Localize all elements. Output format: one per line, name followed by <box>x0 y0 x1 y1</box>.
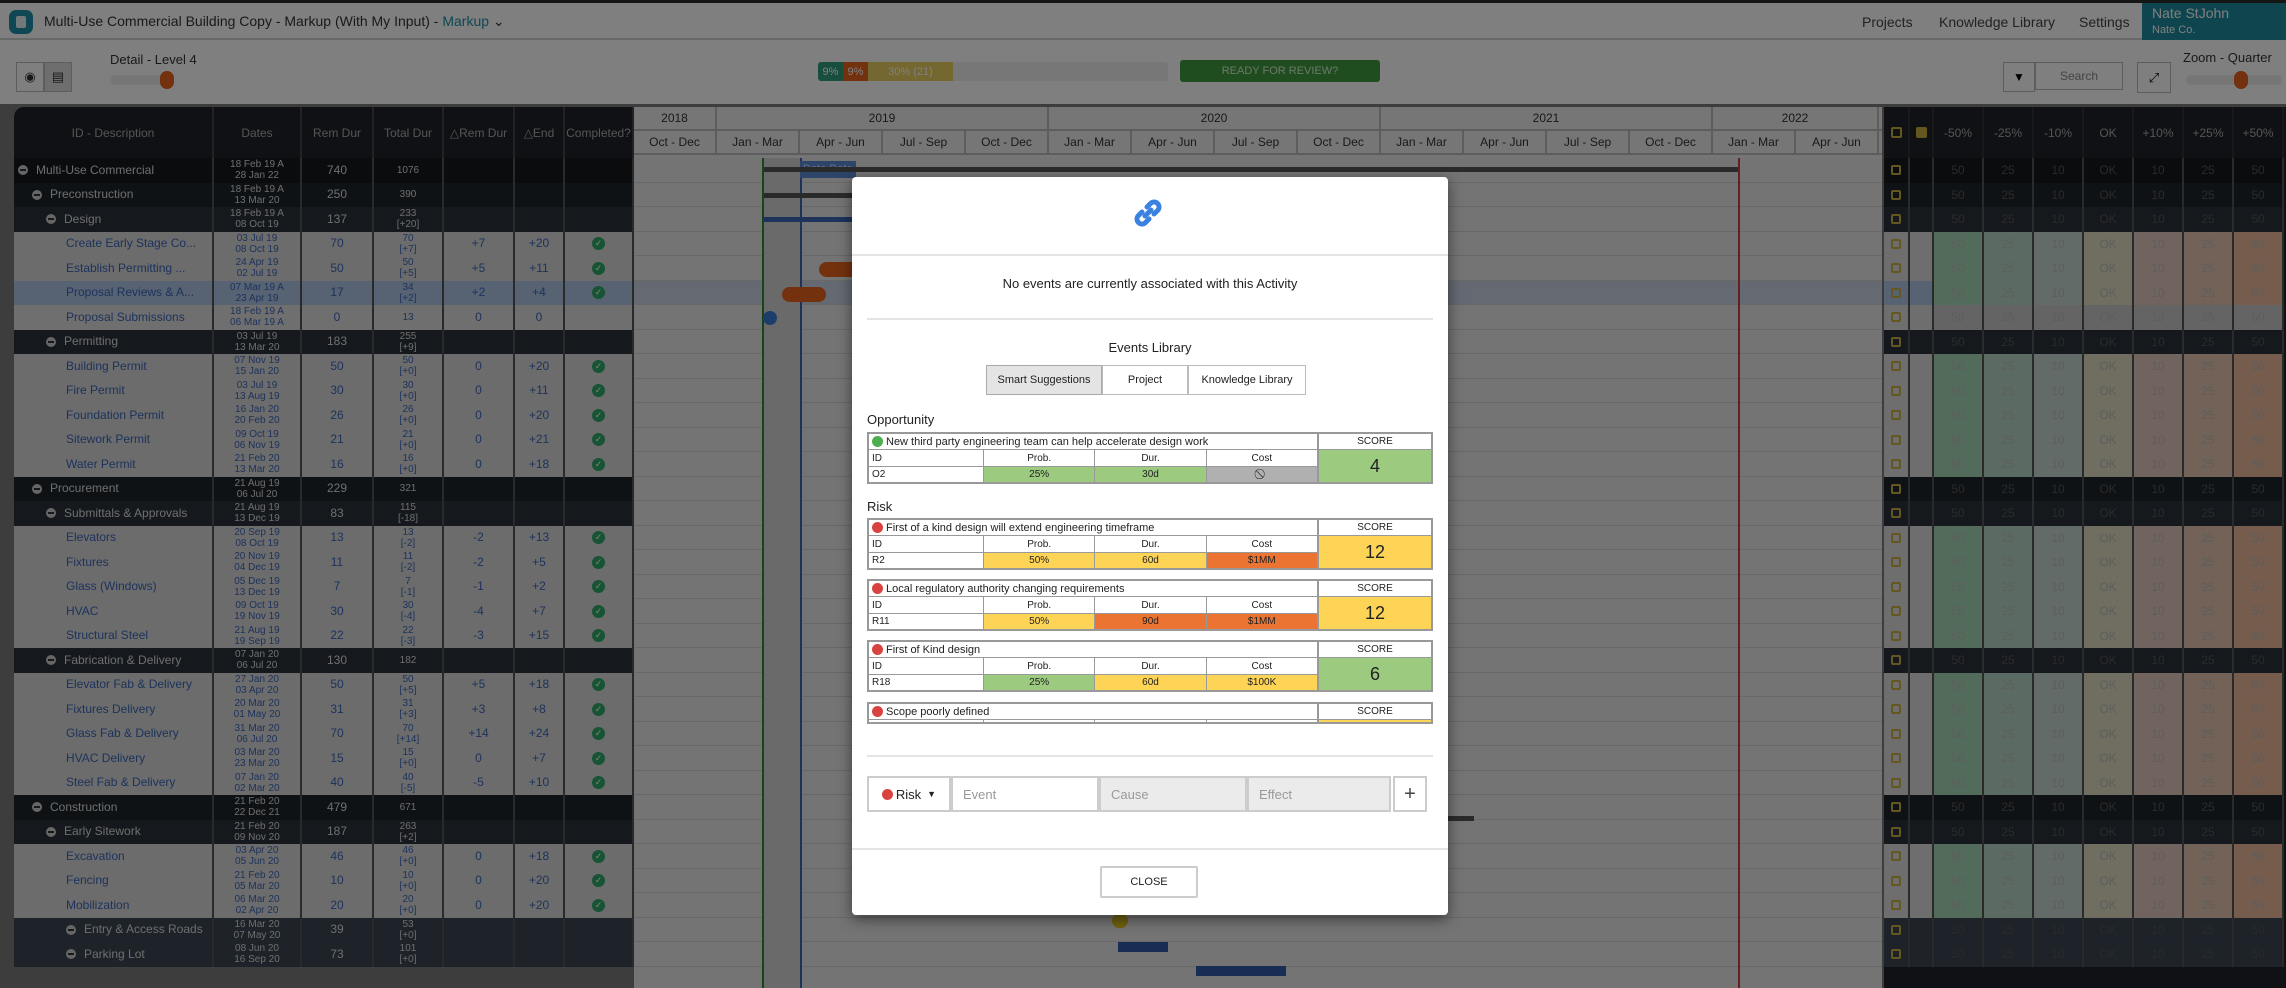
event-cost: ⃠ <box>1206 467 1317 482</box>
event-cost: $1MM <box>1206 614 1317 629</box>
event-dur: 90d <box>1095 614 1207 629</box>
risk-section-label: Risk <box>867 499 893 514</box>
risk-card[interactable]: First of a kind design will extend engin… <box>867 518 1433 570</box>
effect-input[interactable]: Effect <box>1247 776 1391 812</box>
id-label: ID <box>869 536 984 552</box>
link-icon <box>1130 195 1166 236</box>
dur-label: Dur. <box>1095 658 1207 674</box>
event-title: First of Kind design <box>886 643 981 656</box>
event-score: 4 <box>1319 450 1431 482</box>
event-score <box>1319 720 1431 722</box>
event-dur: 60d <box>1095 675 1207 690</box>
event-score: 6 <box>1319 658 1431 690</box>
event-score: 12 <box>1319 597 1431 629</box>
event-type-dropdown[interactable]: Risk ▼ <box>867 776 951 812</box>
events-modal: No events are currently associated with … <box>852 177 1448 915</box>
risk-dot-icon <box>881 788 893 800</box>
risk-dot-icon <box>872 644 883 655</box>
cause-input[interactable]: Cause <box>1099 776 1247 812</box>
caret-down-icon: ▼ <box>927 789 937 799</box>
prob-label: Prob. <box>984 597 1096 613</box>
add-event-row: Risk ▼ Event Cause Effect + <box>867 776 1427 812</box>
plus-icon: + <box>1404 782 1416 805</box>
event-title: First of a kind design will extend engin… <box>886 521 1155 534</box>
event-dur: 60d <box>1095 553 1207 568</box>
event-title: Scope poorly defined <box>886 705 990 718</box>
score-label: SCORE <box>1357 644 1393 655</box>
prob-label: Prob. <box>984 658 1096 674</box>
event-prob: 50% <box>984 614 1096 629</box>
event-cost: $100K <box>1206 675 1317 690</box>
dur-label: Dur. <box>1095 597 1207 613</box>
prob-label: Prob. <box>984 536 1096 552</box>
id-label: ID <box>869 720 984 722</box>
event-title: New third party engineering team can hel… <box>886 435 1209 448</box>
event-id: R2 <box>869 553 984 568</box>
event-id: R18 <box>869 675 984 690</box>
tab-knowledge-library[interactable]: Knowledge Library <box>1188 365 1306 395</box>
risk-card[interactable]: Local regulatory authority changing requ… <box>867 579 1433 631</box>
id-label: ID <box>869 597 984 613</box>
events-library-title: Events Library <box>1108 340 1192 355</box>
dur-label: Dur. <box>1095 720 1207 722</box>
event-id: O2 <box>869 467 984 482</box>
divider <box>867 318 1433 320</box>
library-tabs: Smart Suggestions Project Knowledge Libr… <box>986 365 1306 395</box>
event-dur: 30d <box>1095 467 1207 482</box>
tab-project[interactable]: Project <box>1102 365 1188 395</box>
divider <box>852 848 1448 850</box>
cost-label: Cost <box>1207 720 1317 722</box>
divider <box>867 755 1433 757</box>
no-events-message: No events are currently associated with … <box>1002 276 1298 291</box>
risk-dot-icon <box>872 522 883 533</box>
add-event-button[interactable]: + <box>1393 776 1427 812</box>
risk-card[interactable]: Scope poorly defined SCORE IDProb.Dur.Cost <box>867 702 1433 724</box>
id-label: ID <box>869 450 984 466</box>
score-label: SCORE <box>1357 583 1393 594</box>
score-label: SCORE <box>1357 706 1393 717</box>
risk-card[interactable]: First of Kind design SCORE ID Prob. Dur. Cost… <box>867 640 1433 692</box>
prob-label: Prob. <box>984 720 1096 722</box>
score-label: SCORE <box>1357 522 1393 533</box>
opportunity-dot-icon <box>872 436 883 447</box>
id-label: ID <box>869 658 984 674</box>
cost-label: Cost <box>1251 660 1273 672</box>
close-button[interactable]: CLOSE <box>1100 866 1198 898</box>
tab-smart-suggestions[interactable]: Smart Suggestions <box>986 365 1102 395</box>
opportunity-section-label: Opportunity <box>867 412 935 427</box>
event-title: Local regulatory authority changing requ… <box>886 582 1125 595</box>
event-prob: 25% <box>984 467 1096 482</box>
cost-label: Cost <box>1251 452 1273 464</box>
event-cost: $1MM <box>1206 553 1317 568</box>
event-prob: 25% <box>984 675 1096 690</box>
score-label: SCORE <box>1357 436 1393 447</box>
event-type-value: Risk <box>895 786 922 802</box>
opportunity-card[interactable]: New third party engineering team can hel… <box>867 432 1433 484</box>
risk-dot-icon <box>872 583 883 594</box>
cost-label: Cost <box>1251 538 1273 550</box>
dur-label: Dur. <box>1095 536 1207 552</box>
dur-label: Dur. <box>1095 450 1207 466</box>
event-id: R11 <box>869 614 984 629</box>
event-input[interactable]: Event <box>951 776 1099 812</box>
cost-label: Cost <box>1251 599 1273 611</box>
prob-label: Prob. <box>984 450 1096 466</box>
risk-dot-icon <box>872 706 883 717</box>
event-score: 12 <box>1319 536 1431 568</box>
divider <box>852 254 1448 256</box>
event-prob: 50% <box>984 553 1096 568</box>
